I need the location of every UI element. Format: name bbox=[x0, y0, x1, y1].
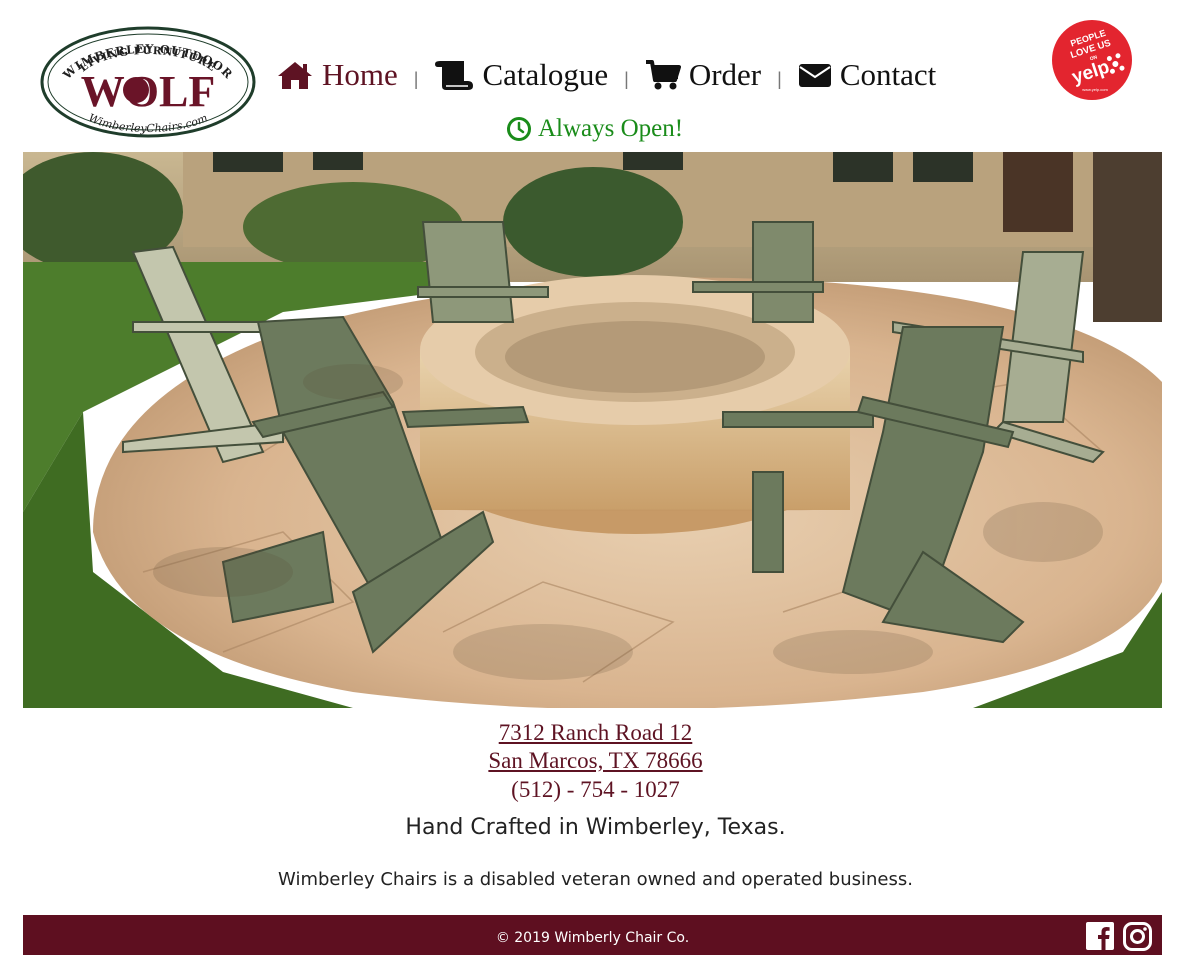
address-street-link[interactable]: 7312 Ranch Road 12 bbox=[499, 720, 693, 745]
wolf-head-icon bbox=[123, 77, 149, 103]
hero-image-fire-pit bbox=[23, 152, 1162, 708]
nav-order[interactable]: Order bbox=[645, 57, 761, 93]
nav-home-label: Home bbox=[322, 57, 398, 92]
address-street-line: 7312 Ranch Road 12 bbox=[0, 720, 1191, 746]
nav-contact-label: Contact bbox=[839, 57, 937, 92]
nav-contact[interactable]: Contact bbox=[798, 57, 936, 93]
instagram-icon[interactable] bbox=[1123, 922, 1152, 951]
nav-catalogue-label: Catalogue bbox=[482, 57, 609, 92]
open-status: Always Open! bbox=[506, 115, 683, 143]
nav-order-label: Order bbox=[688, 57, 762, 92]
nav-home[interactable]: Home bbox=[276, 57, 398, 93]
status-text: Always Open! bbox=[538, 115, 684, 142]
envelope-icon bbox=[798, 64, 831, 87]
yelp-badge[interactable]: PEOPLE LOVE US ON yelp www.yelp.com bbox=[1051, 19, 1133, 101]
facebook-icon[interactable] bbox=[1086, 922, 1114, 950]
footer: © 2019 Wimberly Chair Co. bbox=[23, 915, 1162, 955]
wolf-logo[interactable]: WIMBERLEY OUTDOOR LIVING FURNITURE WOLF … bbox=[40, 26, 256, 138]
clock-icon bbox=[507, 117, 531, 141]
nav-separator: | bbox=[777, 68, 782, 89]
copyright: © 2019 Wimberly Chair Co. bbox=[495, 930, 690, 946]
tagline: Hand Crafted in Wimberley, Texas. bbox=[405, 815, 786, 840]
home-icon bbox=[278, 62, 312, 89]
nav-catalogue[interactable]: Catalogue bbox=[434, 57, 608, 93]
phone-number: (512) - 754 - 1027 bbox=[511, 777, 680, 802]
yelp-url: www.yelp.com bbox=[1082, 87, 1108, 92]
scroll-icon bbox=[435, 61, 474, 90]
main-nav: Home | Catalogue | Order | Contact bbox=[276, 50, 936, 100]
nav-separator: | bbox=[624, 68, 629, 89]
veteran-note: Wimberley Chairs is a disabled veteran o… bbox=[278, 869, 913, 890]
cart-icon bbox=[645, 60, 681, 90]
address-city-link[interactable]: San Marcos, TX 78666 bbox=[488, 748, 702, 773]
address-city-line: San Marcos, TX 78666 bbox=[0, 748, 1191, 774]
nav-separator: | bbox=[413, 68, 419, 89]
